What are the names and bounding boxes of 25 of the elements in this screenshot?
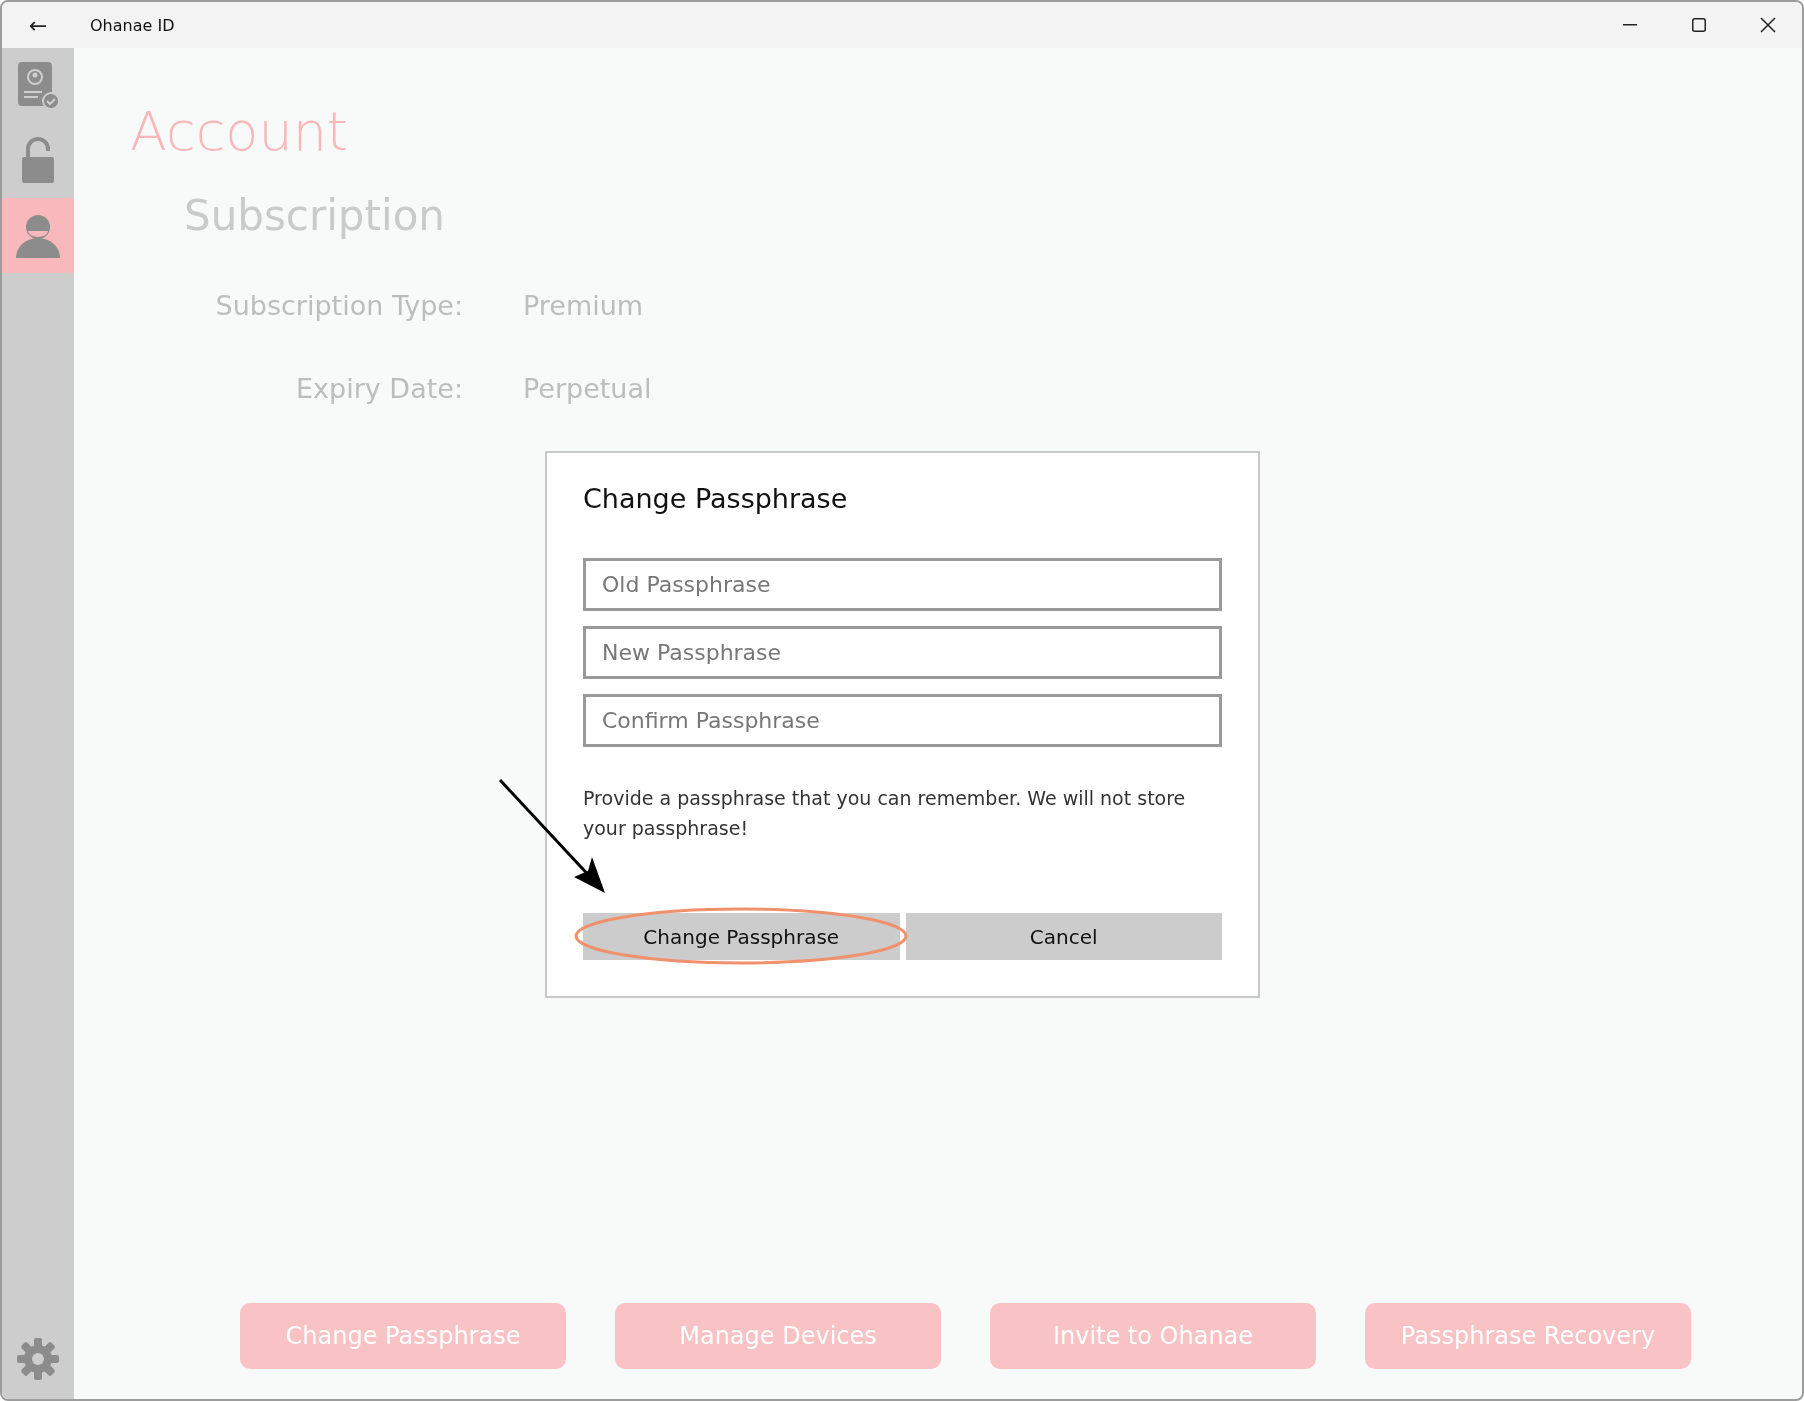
back-button[interactable]: ← (18, 12, 58, 38)
field-label: Expiry Date: (296, 373, 463, 404)
settings-icon[interactable] (16, 1337, 60, 1381)
person-icon (15, 212, 61, 259)
dialog-button[interactable]: Cancel (905, 913, 1222, 960)
field-value: Premium (523, 290, 644, 321)
passphrase-field[interactable]: Old Passphrase (583, 558, 1222, 611)
action-button[interactable]: Manage Devices (615, 1303, 941, 1369)
dialog-title: Change Passphrase (583, 483, 848, 514)
lock-icon (20, 136, 56, 185)
sidebar-item[interactable] (2, 198, 74, 273)
page-title: Account (130, 100, 349, 163)
action-button[interactable]: Invite to Ohanae (990, 1303, 1316, 1369)
action-button[interactable]: Passphrase Recovery (1365, 1303, 1691, 1369)
field-label: Subscription Type: (215, 290, 463, 321)
field-value: Perpetual (523, 373, 652, 404)
close-icon (1759, 17, 1776, 33)
minimize-icon (1622, 24, 1637, 26)
window-title: Ohanae ID (90, 15, 175, 35)
passphrase-field[interactable]: New Passphrase (583, 626, 1222, 679)
action-button[interactable]: Change Passphrase (240, 1303, 566, 1369)
maximize-icon (1691, 18, 1706, 32)
passphrase-field[interactable]: Confirm Passphrase (583, 694, 1222, 747)
dialog-note: Provide a passphrase that you can remember. We will not store your passphrase! (583, 786, 1187, 841)
dialog-button[interactable]: Change Passphrase (583, 913, 900, 960)
